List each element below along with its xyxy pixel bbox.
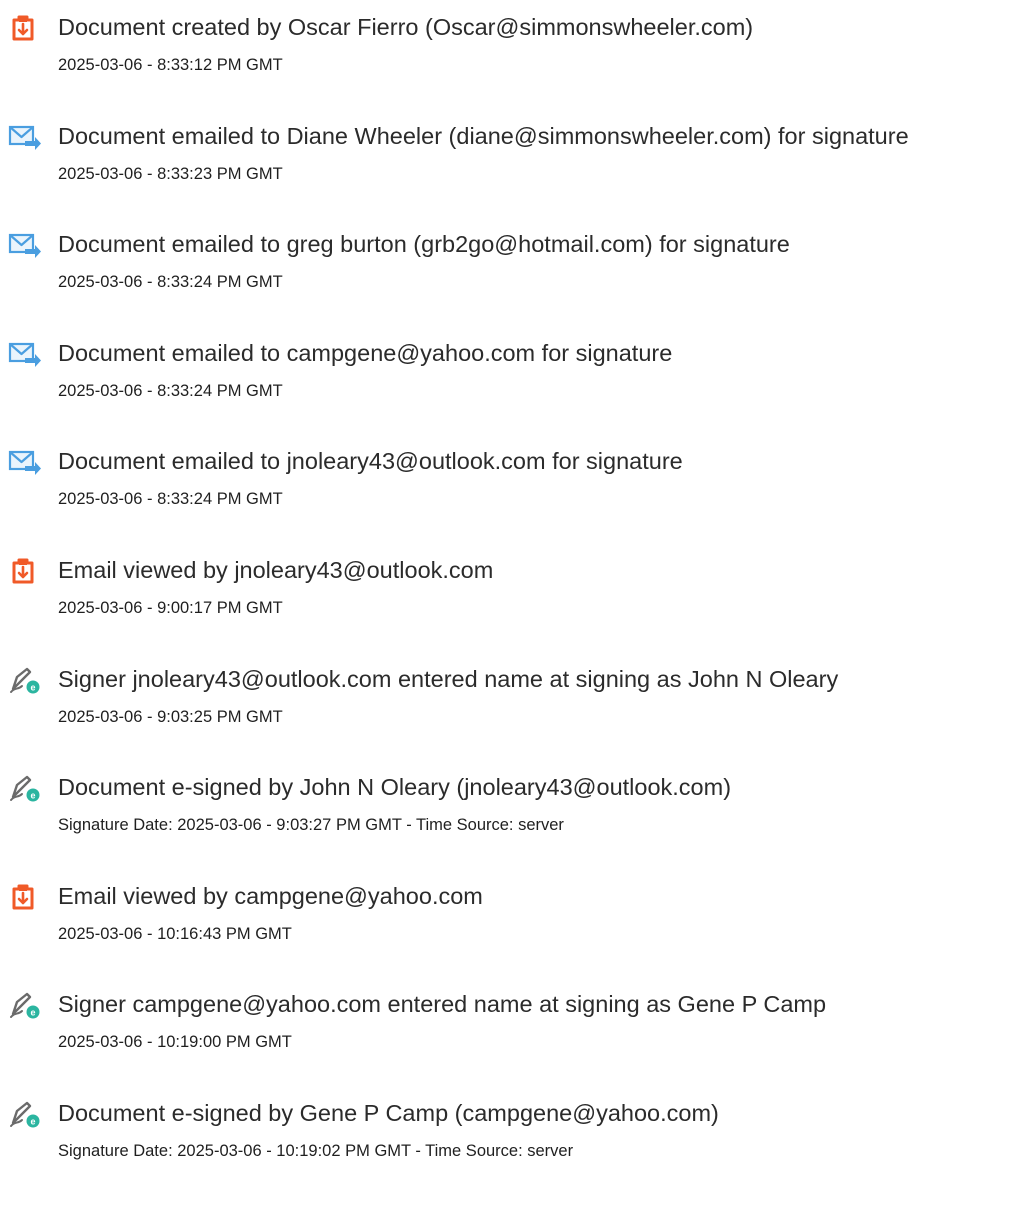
document-icon <box>8 556 44 588</box>
email-icon <box>8 447 44 479</box>
esign-icon: e <box>8 1099 44 1131</box>
event-timestamp: Signature Date: 2025-03-06 - 10:19:02 PM… <box>58 1142 574 1160</box>
event-timestamp: 2025-03-06 - 9:03:25 PM GMT <box>58 707 283 726</box>
audit-event: Email viewed by campgene@yahoo.com 2025-0… <box>8 882 1020 962</box>
svg-text:e: e <box>30 1117 35 1127</box>
event-description: Signer jnoleary43@outlook.com entered na… <box>58 665 839 692</box>
event-timestamp: 2025-03-06 - 8:33:24 PM GMT <box>58 381 283 400</box>
event-timestamp: 2025-03-06 - 8:33:24 PM GMT <box>58 490 283 509</box>
svg-text:e: e <box>30 791 35 801</box>
email-icon <box>8 122 44 154</box>
esign-icon: e <box>8 990 44 1022</box>
email-icon <box>8 339 44 371</box>
event-timestamp: 2025-03-06 - 10:19:00 PM GMT <box>58 1033 292 1052</box>
event-description: Document emailed to jnoleary43@outlook.c… <box>58 448 683 475</box>
event-description: Document emailed to greg burton (grb2go@… <box>58 231 790 258</box>
audit-event: Document emailed to campgene@yahoo.com f… <box>8 339 1020 419</box>
event-description: Document created by Oscar Fierro (Oscar@… <box>58 14 754 40</box>
audit-event: e Signer campgene@yahoo.com entered name … <box>8 990 1020 1070</box>
event-description: Document e-signed by Gene P Camp (campge… <box>58 1100 719 1126</box>
svg-text:e: e <box>30 682 35 692</box>
audit-event: e Signer jnoleary43@outlook.com entered n… <box>8 665 1020 745</box>
esign-icon: e <box>8 665 44 697</box>
event-description: Document emailed to Diane Wheeler (diane… <box>58 122 909 149</box>
event-description: Signer campgene@yahoo.com entered name a… <box>58 991 827 1018</box>
audit-event: e Document e-signed by Gene P Camp (campg… <box>8 1099 1020 1179</box>
audit-event: Document emailed to jnoleary43@outlook.c… <box>8 447 1020 527</box>
audit-event: e Document e-signed by John N Oleary (jno… <box>8 773 1020 853</box>
audit-event: Email viewed by jnoleary43@outlook.com 20… <box>8 556 1020 636</box>
esign-icon: e <box>8 773 44 805</box>
event-timestamp: 2025-03-06 - 9:00:17 PM GMT <box>58 599 283 617</box>
audit-event: Document emailed to greg burton (grb2go@… <box>8 230 1020 310</box>
event-description: Document e-signed by John N Oleary (jnol… <box>58 774 732 801</box>
event-timestamp: 2025-03-06 - 8:33:24 PM GMT <box>58 273 283 292</box>
audit-event: Document created by Oscar Fierro (Oscar@… <box>8 13 1020 93</box>
document-icon <box>8 13 44 45</box>
event-timestamp: Signature Date: 2025-03-06 - 9:03:27 PM … <box>58 816 564 835</box>
event-description: Email viewed by jnoleary43@outlook.com <box>58 557 494 583</box>
svg-text:e: e <box>30 1008 35 1018</box>
event-timestamp: 2025-03-06 - 8:33:12 PM GMT <box>58 56 283 74</box>
document-icon <box>8 882 44 914</box>
event-timestamp: 2025-03-06 - 8:33:23 PM GMT <box>58 164 283 183</box>
event-description: Document emailed to campgene@yahoo.com f… <box>58 339 673 366</box>
email-icon <box>8 230 44 262</box>
audit-event: Document emailed to Diane Wheeler (diane… <box>8 122 1020 202</box>
event-timestamp: 2025-03-06 - 10:16:43 PM GMT <box>58 924 292 943</box>
event-description: Email viewed by campgene@yahoo.com <box>58 882 483 909</box>
